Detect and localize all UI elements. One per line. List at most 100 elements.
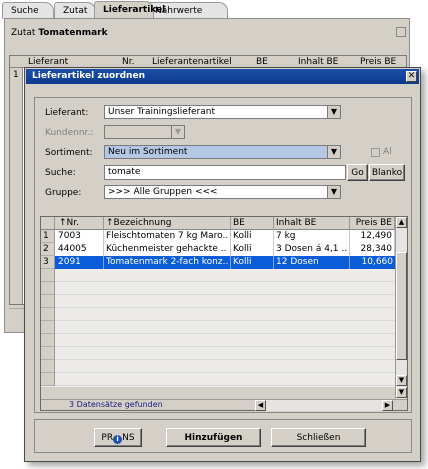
cell-bezeichnung: Küchenmeister gehackte ..: [104, 243, 231, 256]
dialog-title: Lieferartikel zuordnen: [32, 71, 145, 81]
row-index: [41, 347, 55, 360]
tab-label: Suche: [11, 6, 39, 16]
empty-row: [41, 347, 395, 360]
scroll-right-icon[interactable]: ▶: [382, 400, 393, 411]
column-header: Inhalt BE: [298, 57, 339, 67]
lieferant-select[interactable]: Unser Trainingslieferant ▼: [104, 105, 341, 119]
empty-row: [41, 295, 395, 308]
row-index: [41, 373, 55, 386]
corner-cell: [41, 217, 55, 230]
row-header-column: 1: [10, 68, 23, 304]
column-header-label: ↑Bezeichnung: [106, 218, 172, 228]
sortiment-value: Neu im Sortiment: [108, 147, 188, 157]
empty-row: [41, 373, 395, 386]
column-header-nr[interactable]: ↑Nr.: [55, 217, 104, 230]
row-index: 1: [41, 230, 55, 243]
table-body: 1 7003 Fleischtomaten 7 kg Maro.. Kolli …: [41, 230, 395, 387]
row-index: 3: [41, 256, 55, 269]
blanko-button[interactable]: Blanko: [369, 164, 405, 181]
chevron-down-icon[interactable]: ▼: [327, 146, 340, 158]
tab-label: Lieferartikel: [103, 5, 166, 15]
hinzufuegen-label: Hinzufügen: [184, 433, 243, 443]
cell-nr: 44005: [55, 243, 104, 256]
column-header: Preis BE: [360, 57, 397, 67]
scroll-thumb[interactable]: [396, 252, 407, 360]
cell-inhalt: 12 Dosen: [274, 256, 350, 269]
kundennr-select: ▼: [104, 125, 185, 139]
scroll-down-icon[interactable]: ▼: [396, 375, 407, 386]
cell-be: Kolli: [231, 256, 274, 269]
table-row-selected[interactable]: 3 2091 Tomatenmark 2-fach konz.. Kolli 1…: [41, 256, 395, 269]
gruppe-value: >>> Alle Gruppen <<<: [108, 187, 218, 197]
column-header: Lieferantenartikel: [152, 57, 232, 67]
column-header-label: Preis BE: [355, 218, 392, 228]
column-header: Lieferant: [28, 57, 69, 67]
blanko-label: Blanko: [371, 168, 403, 178]
column-header-label: Inhalt BE: [276, 218, 317, 228]
row-index: [41, 360, 55, 373]
cell-nr: 7003: [55, 230, 104, 243]
button-bar: PR i NS Hinzufügen Schließen: [34, 419, 412, 453]
sortiment-select[interactable]: Neu im Sortiment ▼: [104, 145, 341, 159]
cell-inhalt: 7 kg: [274, 230, 350, 243]
record-count-status: 3 Datensätze gefunden: [69, 400, 163, 409]
column-header-bezeichnung[interactable]: ↑Bezeichnung: [104, 217, 231, 230]
hinzufuegen-button[interactable]: Hinzufügen: [166, 428, 261, 447]
suche-label: Suche:: [45, 168, 76, 178]
row-index: [41, 295, 55, 308]
column-header-be[interactable]: BE: [231, 217, 274, 230]
zutat-line: Zutat Tomatenmark: [11, 28, 108, 38]
cell-be: Kolli: [231, 230, 274, 243]
table-row[interactable]: 1 7003 Fleischtomaten 7 kg Maro.. Kolli …: [41, 230, 395, 243]
close-button[interactable]: ✕: [406, 71, 417, 82]
cell-preis: 28,340: [350, 243, 395, 256]
close-icon: ✕: [407, 71, 416, 81]
chevron-down-icon[interactable]: ▼: [327, 106, 340, 118]
gruppe-select[interactable]: >>> Alle Gruppen <<< ▼: [104, 185, 341, 199]
tab-zutat[interactable]: Zutat: [54, 2, 96, 19]
horizontal-scrollbar[interactable]: ◀ ▶: [255, 400, 393, 411]
column-header-label: ↑Nr.: [59, 218, 80, 228]
empty-row: [41, 360, 395, 373]
prins-button[interactable]: PR i NS: [94, 428, 142, 447]
lieferant-value: Unser Trainingslieferant: [108, 107, 215, 117]
info-icon: i: [113, 435, 123, 444]
results-table: ↑Nr. ↑Bezeichnung BE Inhalt BE Preis BE …: [40, 216, 408, 411]
schliessen-label: Schließen: [296, 433, 341, 443]
search-input[interactable]: tomate: [104, 165, 346, 180]
row-index: [41, 269, 55, 282]
go-label: Go: [351, 168, 364, 178]
schliessen-button[interactable]: Schließen: [271, 428, 366, 447]
zutat-value: Tomatenmark: [38, 28, 108, 38]
column-header-preis[interactable]: Preis BE: [350, 217, 395, 230]
scroll-track[interactable]: [267, 400, 371, 411]
scroll-down-icon[interactable]: ▼: [396, 387, 407, 398]
go-button[interactable]: Go: [347, 164, 368, 181]
column-header-inhalt[interactable]: Inhalt BE: [274, 217, 350, 230]
cell-preis: 12,490: [350, 230, 395, 243]
empty-row: [41, 282, 395, 295]
chevron-down-icon: ▼: [171, 126, 184, 138]
search-value: tomate: [108, 167, 141, 177]
zutat-label: Zutat: [11, 28, 36, 38]
chevron-down-icon[interactable]: ▼: [327, 186, 340, 198]
scroll-up-icon[interactable]: ▲: [396, 217, 407, 228]
vertical-scrollbar[interactable]: ▲ ▼ ▼: [395, 217, 407, 399]
cell-preis: 10,660: [361, 257, 394, 267]
table-header: ↑Nr. ↑Bezeichnung BE Inhalt BE Preis BE: [41, 217, 395, 230]
row-number: 1: [13, 70, 19, 80]
prins-label-suffix: NS: [122, 433, 135, 443]
row-index: [41, 321, 55, 334]
sortiment-label: Sortiment:: [45, 148, 93, 158]
scroll-up-button[interactable]: [396, 27, 406, 37]
alle-checkbox[interactable]: [371, 148, 380, 157]
table-row[interactable]: 2 44005 Küchenmeister gehackte .. Kolli …: [41, 243, 395, 256]
info-icon-letter: i: [116, 435, 119, 443]
tab-suche[interactable]: Suche: [2, 2, 54, 19]
alle-label: Al: [383, 147, 392, 157]
empty-row: [41, 334, 395, 347]
dialog-titlebar[interactable]: Lieferartikel zuordnen ✕: [26, 69, 419, 84]
cell-be: Kolli: [231, 243, 274, 256]
scroll-left-icon[interactable]: ◀: [255, 400, 266, 411]
column-header-label: BE: [233, 218, 245, 228]
